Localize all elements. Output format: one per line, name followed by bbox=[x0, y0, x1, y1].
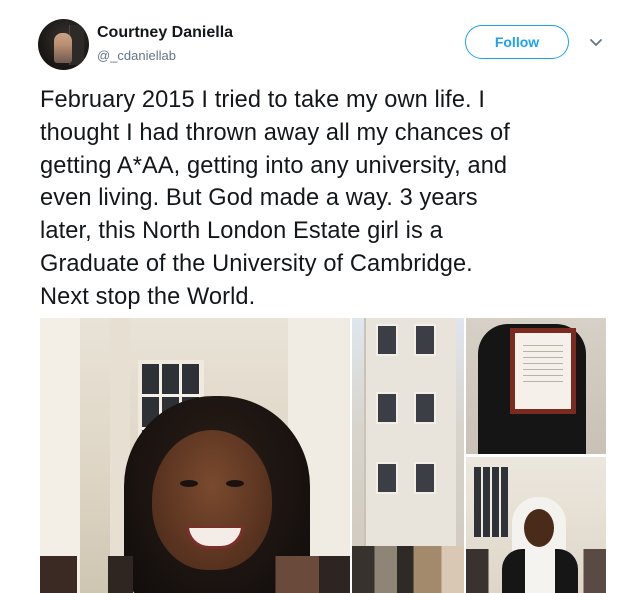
media-grid bbox=[40, 318, 606, 593]
display-name[interactable]: Courtney Daniella bbox=[97, 24, 233, 42]
photo-graduation-gown[interactable] bbox=[466, 457, 606, 593]
follow-button[interactable]: Follow bbox=[465, 25, 569, 59]
tweet-card: Courtney Daniella @_cdaniellab Follow Fe… bbox=[0, 0, 640, 593]
photo-certificate[interactable] bbox=[466, 318, 606, 454]
avatar[interactable] bbox=[38, 19, 89, 70]
avatar-figure bbox=[54, 33, 72, 63]
photo-street[interactable] bbox=[352, 318, 464, 593]
user-handle: @_cdaniellab bbox=[97, 48, 176, 63]
chevron-down-icon[interactable] bbox=[588, 36, 604, 48]
tweet-text: February 2015 I tried to take my own lif… bbox=[40, 87, 510, 310]
photo-graduate-portrait[interactable] bbox=[40, 318, 350, 593]
